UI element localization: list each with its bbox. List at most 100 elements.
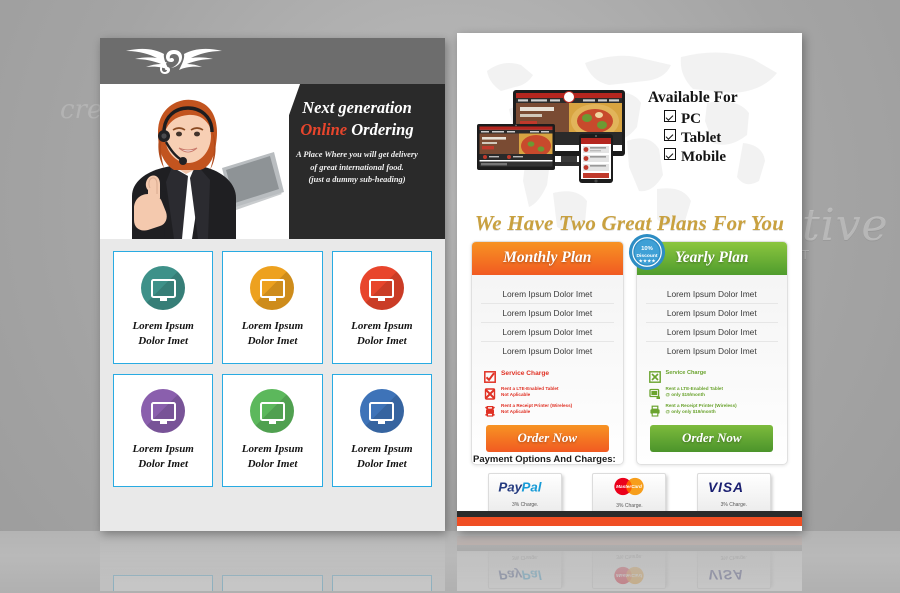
plan-extra-text: Rent a LTE-Enabled Tablet Not Aplicable: [501, 386, 559, 397]
svg-text:Pay: Pay: [498, 479, 522, 494]
tablet-icon: [648, 387, 661, 399]
payment-options-heading: Payment Options And Charges:: [473, 454, 616, 465]
plan-extra-row: Rent a LTE-Enabled Tablet Not Aplicable: [484, 386, 611, 400]
feature-card[interactable]: Lorem IpsumDolor Imet: [222, 251, 323, 364]
feature-card[interactable]: Lorem IpsumDolor Imet: [331, 374, 432, 487]
feature-card[interactable]: Lorem IpsumDolor Imet: [222, 374, 323, 487]
order-now-button[interactable]: Order Now: [485, 425, 609, 452]
plan-extras-list: Service Charge Rent a LTE-Enabled Tablet N…: [472, 362, 623, 417]
monitor-icon: [259, 278, 285, 301]
availability-item: Tablet: [664, 129, 788, 148]
svg-text:Discount: Discount: [636, 253, 657, 259]
winged-ornament-logo-icon: [126, 48, 222, 74]
hero-sub-line2: of great international food.: [310, 162, 404, 172]
svg-text:★★★★: ★★★★: [638, 258, 656, 264]
plan-feature-list: Lorem Ipsum Dolor Imet Lorem Ipsum Dolor …: [637, 275, 788, 362]
availability-list: PC Tablet Mobile: [648, 110, 788, 167]
plan-extra-row: Rent a Receipt Printer (Wireless) @ only …: [649, 403, 776, 417]
checkbox-check-icon: [484, 370, 496, 383]
svg-text:Pal: Pal: [522, 479, 542, 494]
left-flyer-page: Next generation Online Ordering A Place …: [100, 38, 445, 531]
plan-feature-item: Lorem Ipsum Dolor Imet: [481, 304, 614, 323]
hero-photo-woman-with-headset: [104, 90, 289, 239]
pricing-plan-card: Monthly Plan Lorem Ipsum Dolor Imet Lorem …: [471, 241, 624, 465]
payment-charge-label: 3% Charge.: [616, 503, 643, 509]
plan-feature-item: Lorem Ipsum Dolor Imet: [645, 304, 778, 323]
plan-feature-item: Lorem Ipsum Dolor Imet: [645, 323, 778, 342]
plan-extra-row: Rent a Receipt Printer (Wireless) Not Apl…: [484, 403, 611, 417]
availability-title: Available For: [648, 89, 738, 106]
plan-extra-text: Rent a Receipt Printer (Wireless) @ only …: [665, 403, 737, 414]
right-flyer-page: Available For PCTabletMobile We Have Two…: [457, 33, 802, 531]
printer-cross-icon: [484, 404, 496, 417]
feature-card-grid: Lorem IpsumDolor Imet Lorem IpsumDolor Im…: [100, 239, 445, 501]
feature-icon-circle: [359, 389, 404, 433]
plan-feature-item: Lorem Ipsum Dolor Imet: [481, 285, 614, 304]
feature-icon-circle: [141, 266, 186, 310]
plan-extra-text: Service Charge: [501, 370, 550, 377]
plan-extra-text: Rent a LTE-Enabled Tablet @ only $19/mont…: [665, 386, 724, 397]
plan-extra-row: Service Charge: [484, 369, 611, 383]
feature-card-label: Lorem IpsumDolor Imet: [132, 443, 194, 470]
payment-method-card[interactable]: VISA 3% Charge.: [696, 473, 771, 513]
feature-card[interactable]: Lorem IpsumDolor Imet: [113, 374, 214, 487]
feature-icon-circle: [141, 389, 186, 433]
svg-text:MasterCard: MasterCard: [617, 484, 643, 489]
payment-method-card[interactable]: Pay Pal 3% Charge.: [488, 473, 563, 513]
feature-card-label: Lorem IpsumDolor Imet: [241, 320, 304, 347]
footer-orange-strip: [457, 517, 802, 526]
availability-item: Mobile: [664, 148, 788, 167]
monitor-icon: [150, 278, 176, 301]
hero-sub-line1: A Place Where you will get delivery: [296, 150, 418, 159]
devices-mockup-image: [477, 90, 625, 183]
plan-feature-item: Lorem Ipsum Dolor Imet: [502, 346, 593, 356]
pricing-plan-card: 10% Discount ★★★★ Yearly Plan Lorem Ipsum Do…: [628, 233, 788, 465]
discount-badge: 10%Discount★★★★: [628, 233, 665, 271]
feature-icon-circle: [250, 266, 295, 310]
monitor-icon: [259, 401, 285, 424]
monitor-icon: [369, 278, 395, 301]
payment-charge-label: 3% Charge.: [720, 501, 748, 508]
payment-charge-label: 3% Charge.: [511, 501, 539, 508]
left-flyer-hero: Next generation Online Ordering A Place …: [100, 84, 445, 239]
feature-icon-circle: [359, 266, 404, 310]
checkbox-checked-icon: [664, 129, 676, 141]
printer-icon: [649, 404, 661, 417]
feature-card[interactable]: Lorem IpsumDolor Imet: [331, 251, 432, 364]
monitor-icon: [150, 401, 176, 424]
hero-subheading: A Place Where you will get delivery of g…: [277, 149, 437, 187]
plan-feature-list: Lorem Ipsum Dolor Imet Lorem Ipsum Dolor …: [472, 275, 623, 362]
pricing-plans-row: Monthly Plan Lorem Ipsum Dolor Imet Lorem …: [471, 233, 788, 465]
hero-headline-rest: Ordering: [351, 120, 414, 139]
plan-feature-item: Lorem Ipsum Dolor Imet: [666, 346, 757, 356]
plan-extras-list: Service Charge Rent a LTE-Enabled Tablet @…: [637, 362, 788, 417]
plan-feature-item: Lorem Ipsum Dolor Imet: [481, 323, 614, 342]
svg-text:VISA: VISA: [708, 479, 744, 495]
reflective-floor: [0, 531, 900, 593]
plan-title: Monthly Plan: [472, 242, 623, 275]
feature-card-label: Lorem IpsumDolor Imet: [351, 320, 413, 347]
order-now-button[interactable]: Order Now: [650, 425, 774, 452]
hero-headline-accent: Online: [300, 120, 348, 139]
hero-text-block: Next generation Online Ordering A Place …: [277, 98, 437, 187]
tablet-cross-icon: [484, 387, 496, 400]
availability-block: Available For PC Tablet Mobile: [648, 89, 788, 167]
availability-item: PC: [664, 110, 788, 129]
feature-icon-circle: [250, 389, 295, 433]
availability-item-label: PC: [681, 111, 701, 127]
hero-headline-line2: Online Ordering: [277, 118, 437, 142]
checkbox-checked-icon: [664, 110, 676, 122]
plan-extra-text: Rent a Receipt Printer (Wireless) Not Apl…: [501, 403, 573, 414]
feature-card-label: Lorem IpsumDolor Imet: [241, 443, 304, 470]
checkbox-checked-icon: [664, 148, 676, 160]
mastercard-logo-icon: MasterCard: [608, 477, 650, 501]
availability-item-label: Mobile: [681, 149, 726, 165]
checkbox-x-icon: [648, 370, 661, 383]
plan-extra-row: Rent a LTE-Enabled Tablet @ only $19/mont…: [648, 386, 776, 399]
visa-logo-icon: VISA: [708, 479, 760, 500]
payment-method-card[interactable]: MasterCard 3% Charge.: [592, 473, 667, 513]
monitor-icon: [369, 401, 395, 424]
plan-feature-item: Lorem Ipsum Dolor Imet: [645, 285, 778, 304]
feature-card[interactable]: Lorem IpsumDolor Imet: [113, 251, 214, 364]
plan-extra-row: Service Charge: [648, 369, 776, 383]
